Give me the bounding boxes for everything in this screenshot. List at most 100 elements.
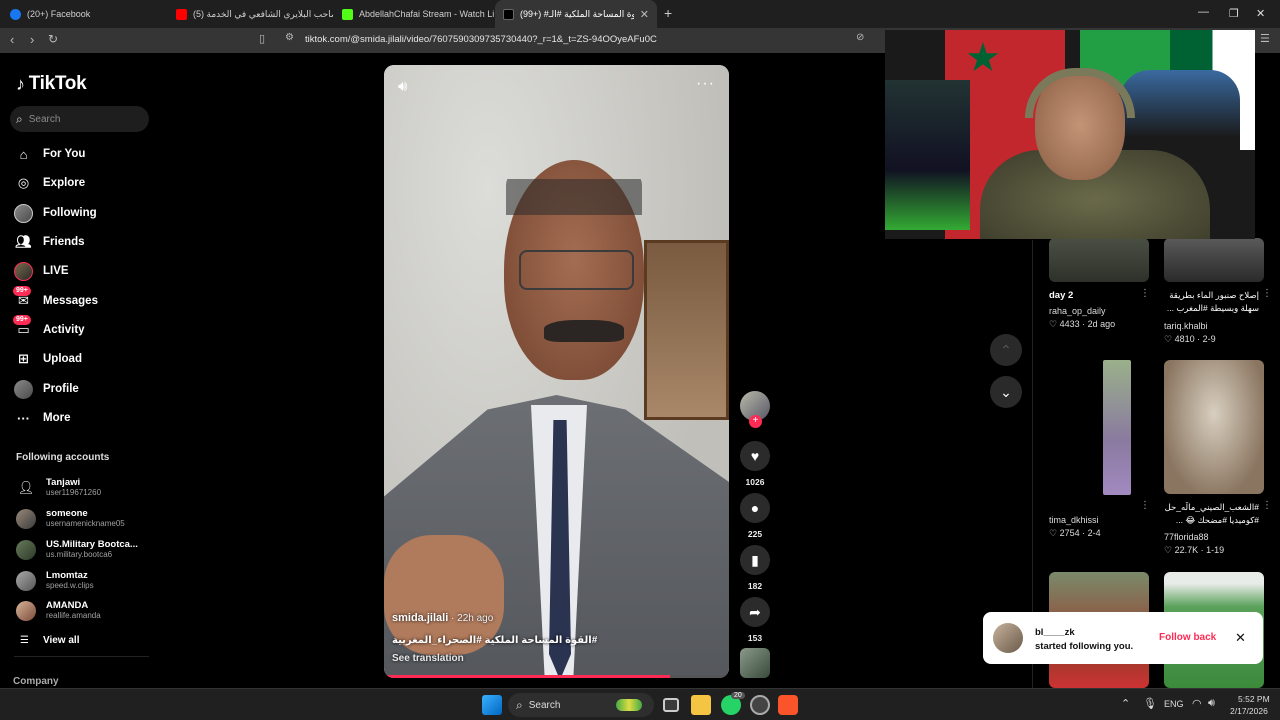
webcam-monitor xyxy=(885,80,970,230)
video-card-meta: ♡ 2754 · 2-4 xyxy=(1049,528,1101,538)
share-button[interactable]: ➦ 153 xyxy=(740,597,770,643)
clock-date[interactable]: 2/17/2026 xyxy=(1230,706,1268,716)
nav-upload[interactable]: ⊞ Upload xyxy=(14,349,82,369)
video-player[interactable]: 🔊︎ ··· smida.jilali · 22h ago #القوة الم… xyxy=(384,65,729,678)
browser-tab-youtube[interactable]: (5) صاحب البلايري الشافعي في الخدمة xyxy=(168,0,333,28)
nav-live[interactable]: LIVE xyxy=(14,261,69,281)
account-avatar xyxy=(16,570,36,591)
clock-time[interactable]: 5:52 PM xyxy=(1238,694,1270,704)
task-view-icon[interactable] xyxy=(663,698,679,712)
follow-plus-icon[interactable]: + xyxy=(749,415,762,428)
wifi-icon[interactable]: ◠ xyxy=(1192,697,1202,710)
back-button[interactable]: ‹ xyxy=(10,32,14,47)
video-card-meta: ♡ 4810 · 2-9 xyxy=(1164,334,1216,344)
browser-tab-tiktok[interactable]: (99+) #القوة المساحة الملكية #الـ ✕ xyxy=(495,0,657,28)
see-translation-link[interactable]: See translation xyxy=(392,653,464,664)
nav-more[interactable]: ··· More xyxy=(14,408,70,428)
browser-tab-facebook[interactable]: (20+) Facebook xyxy=(2,0,167,28)
video-thumbnail[interactable] xyxy=(1164,238,1264,282)
tab-title: (20+) Facebook xyxy=(27,9,91,19)
card-more-icon[interactable]: ⋮ xyxy=(1262,288,1272,299)
account-avatar xyxy=(16,508,36,529)
video-card-user[interactable]: raha_op_daily xyxy=(1049,306,1106,316)
follow-back-button[interactable]: Follow back xyxy=(1159,632,1216,643)
volume-icon[interactable]: 🔊︎ xyxy=(398,78,407,95)
video-card-title[interactable]: day 2 xyxy=(1049,290,1073,301)
account-item[interactable]: someone usernamenickname05 xyxy=(16,508,125,529)
video-thumbnail[interactable] xyxy=(1049,238,1149,282)
close-window-button[interactable]: ✕ xyxy=(1256,7,1265,20)
save-button[interactable]: ▮ 182 xyxy=(740,545,770,591)
site-info-icon[interactable]: ⚙ xyxy=(285,32,294,43)
minimize-button[interactable]: — xyxy=(1198,6,1209,18)
upload-icon: ⊞ xyxy=(18,351,29,366)
more-options-icon[interactable]: ··· xyxy=(696,75,715,93)
video-progress-bar[interactable] xyxy=(384,675,729,678)
nav-explore[interactable]: ◎ Explore xyxy=(14,173,85,193)
tray-language[interactable]: ENG xyxy=(1164,699,1184,709)
card-more-icon[interactable]: ⋮ xyxy=(1140,288,1150,299)
video-person-hair xyxy=(506,155,642,215)
new-tab-button[interactable]: + xyxy=(664,5,672,21)
bookmark-icon[interactable]: ▯ xyxy=(259,32,265,45)
friends-icon: 👥︎ xyxy=(15,234,32,249)
video-card-title[interactable]: إصلاح صنبور الماء بطريقة سهلة وبسيطة #ال… xyxy=(1164,289,1259,315)
video-author[interactable]: smida.jilali · 22h ago xyxy=(392,612,493,624)
card-more-icon[interactable]: ⋮ xyxy=(1262,500,1272,511)
youtube-icon xyxy=(176,8,187,20)
settings-icon[interactable] xyxy=(750,695,770,715)
volume-tray-icon[interactable]: 🔊︎ xyxy=(1208,697,1215,710)
webcam-flag-star: ★ xyxy=(965,36,1001,80)
account-item[interactable]: 👤︎ Tanjawi user119671260 xyxy=(16,477,101,498)
nav-for-you[interactable]: ⌂ For You xyxy=(14,144,86,164)
card-more-icon[interactable]: ⋮ xyxy=(1140,500,1150,511)
file-explorer-icon[interactable] xyxy=(691,695,711,715)
nav-friends[interactable]: 👥︎ Friends xyxy=(14,232,84,252)
browser-tab-kick[interactable]: AbdellahChafai Stream - Watch Live xyxy=(334,0,494,28)
reload-button[interactable]: ↻ xyxy=(48,32,58,46)
nav-profile[interactable]: Profile xyxy=(14,379,79,399)
close-notification-icon[interactable]: ✕ xyxy=(1235,630,1246,646)
video-thumbnail[interactable] xyxy=(1103,360,1131,495)
video-card-title[interactable]: #الشعب_الصيني_مالَه_حل #كوميديا #مضحك 😂 … xyxy=(1164,501,1259,527)
search-input[interactable]: ⌕ Search xyxy=(10,106,149,132)
close-tab-icon[interactable]: ✕ xyxy=(640,8,649,21)
account-item[interactable]: US.Military Bootca... us.military.bootca6 xyxy=(16,539,138,560)
company-link[interactable]: Company xyxy=(13,676,59,687)
notification-username[interactable]: bl____zk xyxy=(1035,627,1075,638)
video-card-user[interactable]: 77florida88 xyxy=(1164,532,1209,542)
nav-following[interactable]: Following xyxy=(14,203,97,223)
webcam-overlay: ★ xyxy=(885,30,1255,239)
nav-messages[interactable]: ✉ 99+ Messages xyxy=(13,285,98,311)
brave-icon[interactable] xyxy=(778,695,798,715)
creator-avatar-button[interactable]: + xyxy=(740,391,770,428)
previous-video-button[interactable]: ⌃ xyxy=(990,334,1022,366)
view-all-link[interactable]: ☰ View all xyxy=(20,630,79,650)
account-item[interactable]: AMANDA reallife.amanda xyxy=(16,600,101,621)
tiktok-logo[interactable]: ♪ TikTok xyxy=(16,73,87,95)
video-card-user[interactable]: tima_dkhissi xyxy=(1049,515,1099,525)
following-accounts-title: Following accounts xyxy=(16,452,110,463)
forward-button[interactable]: › xyxy=(30,32,34,47)
video-card-user[interactable]: tariq.khalbi xyxy=(1164,321,1208,331)
taskbar-search[interactable]: ⌕ Search xyxy=(508,693,654,717)
windows-start-icon[interactable] xyxy=(482,695,502,715)
music-disc-icon xyxy=(740,648,770,678)
next-video-button[interactable]: ⌄ xyxy=(990,376,1022,408)
music-disc-button[interactable] xyxy=(740,648,770,678)
tab-title: (5) صاحب البلايري الشافعي في الخدمة xyxy=(193,8,333,19)
url-field[interactable]: tiktok.com/@smida.jilali/video/760759030… xyxy=(305,34,657,45)
tiktok-note-icon: ♪ xyxy=(16,73,25,94)
menu-icon[interactable]: ☰ xyxy=(1260,32,1270,45)
account-item[interactable]: Lmomtaz speed.w.clips xyxy=(16,570,94,591)
microphone-icon[interactable]: 🎙︎ xyxy=(1143,697,1157,710)
browser-tab-bar: (20+) Facebook (5) صاحب البلايري الشافعي… xyxy=(0,0,1280,28)
like-button[interactable]: ♥ 1026 xyxy=(740,441,770,487)
video-thumbnail[interactable] xyxy=(1164,360,1264,494)
tray-chevron-icon[interactable]: ⌃ xyxy=(1121,697,1130,710)
comment-button[interactable]: ● 225 xyxy=(740,493,770,539)
mute-site-icon[interactable]: ⊘ xyxy=(856,32,864,43)
restore-button[interactable]: ❐ xyxy=(1229,7,1239,20)
facebook-icon xyxy=(10,8,21,20)
nav-activity[interactable]: ▭ 99+ Activity xyxy=(13,314,85,340)
